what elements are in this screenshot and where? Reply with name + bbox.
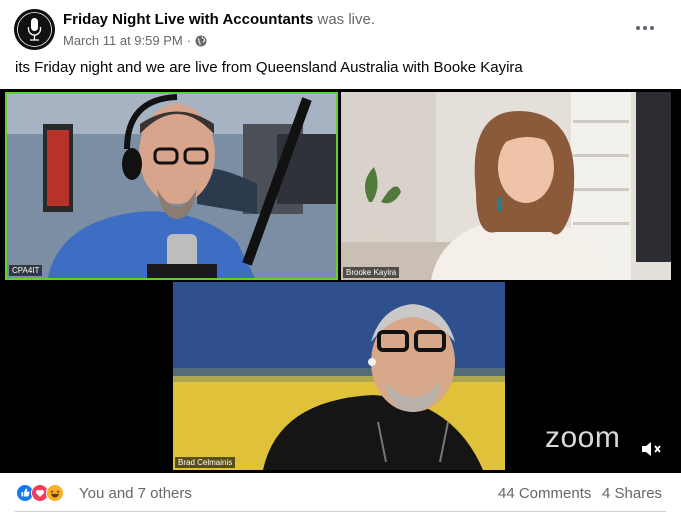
globe-icon[interactable] bbox=[195, 35, 207, 47]
reaction-count-text[interactable]: You and 7 others bbox=[79, 485, 192, 502]
video-player[interactable]: CPA4IT Brooke Kayira Brad Celmainis zoom bbox=[0, 89, 681, 473]
meta-separator: · bbox=[186, 33, 192, 48]
post-caption: its Friday night and we are live from Qu… bbox=[15, 59, 523, 76]
live-video-post: Friday Night Live with Accountants was l… bbox=[0, 0, 681, 516]
shares-count-link[interactable]: 4 Shares bbox=[602, 485, 662, 502]
post-timestamp[interactable]: March 11 at 9:59 PM bbox=[63, 33, 183, 48]
participant-tile-brooke-kayira: Brooke Kayira bbox=[341, 92, 671, 280]
microphone-logo-icon bbox=[14, 9, 55, 50]
participant-tile-cpa4it: CPA4IT bbox=[5, 92, 338, 280]
more-options-button[interactable] bbox=[628, 16, 662, 40]
participant-video-frame bbox=[341, 92, 671, 280]
page-avatar[interactable] bbox=[14, 9, 55, 50]
post-meta: March 11 at 9:59 PM · bbox=[63, 33, 207, 48]
more-dot-icon bbox=[636, 26, 640, 30]
more-dot-icon bbox=[650, 26, 654, 30]
volume-button[interactable] bbox=[640, 439, 664, 459]
page-name-link[interactable]: Friday Night Live with Accountants bbox=[63, 11, 313, 28]
participant-video-frame bbox=[173, 282, 505, 470]
post-author-line: Friday Night Live with Accountants was l… bbox=[63, 11, 375, 28]
participant-tile-brad-celmainis: Brad Celmainis bbox=[173, 282, 505, 470]
participant-name-label: Brad Celmainis bbox=[175, 457, 236, 468]
participant-name-label: Brooke Kayira bbox=[343, 267, 400, 278]
more-dot-icon bbox=[643, 26, 647, 30]
participant-name-label: CPA4IT bbox=[9, 265, 43, 276]
participant-video-frame bbox=[7, 94, 336, 278]
live-status-text: was live. bbox=[317, 11, 376, 28]
speaker-muted-icon bbox=[642, 442, 661, 456]
reaction-summary[interactable] bbox=[16, 484, 64, 502]
haha-icon bbox=[46, 484, 64, 502]
footer-divider bbox=[15, 511, 666, 512]
comments-count-link[interactable]: 44 Comments bbox=[498, 485, 591, 502]
zoom-watermark: zoom bbox=[545, 421, 621, 454]
